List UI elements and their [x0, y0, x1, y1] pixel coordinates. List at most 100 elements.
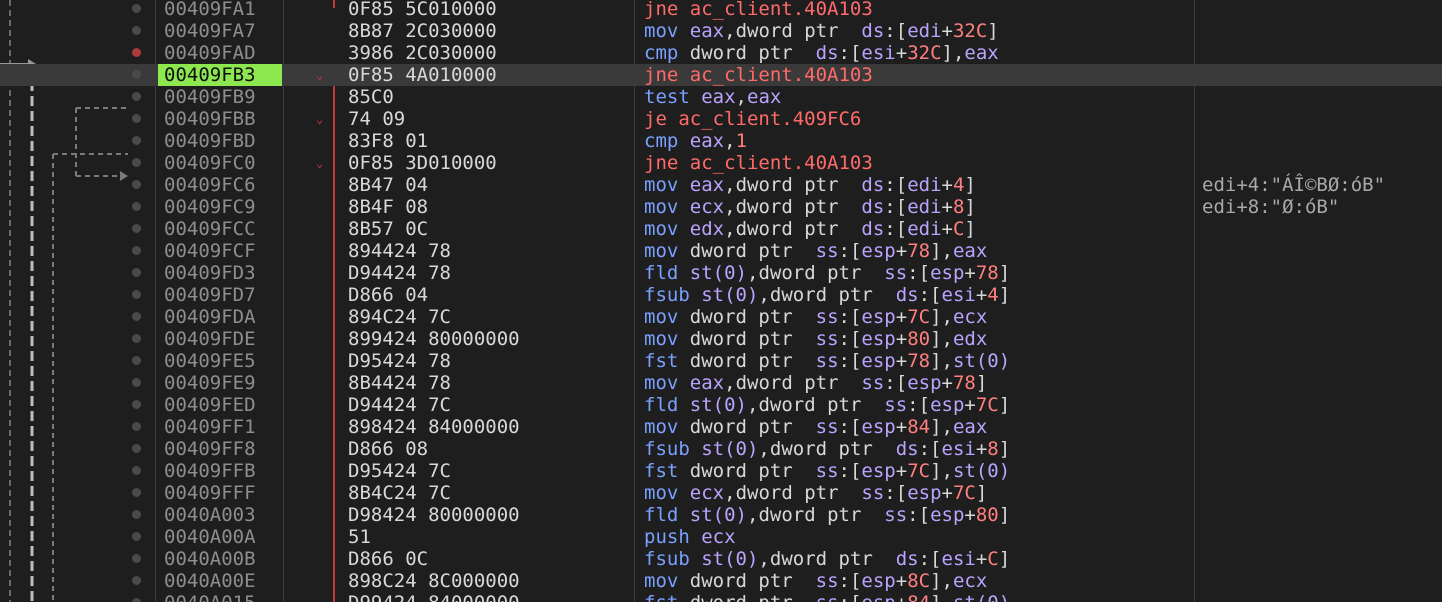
disassembly-cell[interactable]: mov dword ptr ss:[esp+84],eax [644, 416, 987, 438]
breakpoint-slot-icon[interactable] [132, 114, 141, 123]
breakpoint-slot-icon[interactable] [132, 554, 141, 563]
disassembly-cell[interactable]: test eax,eax [644, 86, 781, 108]
instruction-row[interactable]: 00409FAD 3986 2C030000 cmp dword ptr ds:[e… [0, 42, 1442, 64]
address-cell[interactable]: 00409FD7 [158, 284, 282, 306]
instruction-row[interactable]: 00409FCF 894424 78 mov dword ptr ss:[esp+7… [0, 240, 1442, 262]
address-cell[interactable]: 00409FC0 [158, 152, 282, 174]
breakpoint-slot-icon[interactable] [132, 268, 141, 277]
disassembly-cell[interactable]: mov dword ptr ss:[esp+7C],ecx [644, 306, 987, 328]
breakpoint-slot-icon[interactable] [132, 202, 141, 211]
address-cell[interactable]: 00409FCF [158, 240, 282, 262]
disassembly-cell[interactable]: fld st(0),dword ptr ss:[esp+78] [644, 262, 1010, 284]
disassembly-cell[interactable]: jne ac_client.40A103 [644, 152, 873, 174]
disassembly-cell[interactable]: cmp eax,1 [644, 130, 747, 152]
disassembly-cell[interactable]: push ecx [644, 526, 736, 548]
instruction-row[interactable]: 00409FC9 8B4F 08 mov ecx,dword ptr ds:[edi… [0, 196, 1442, 218]
address-cell[interactable]: 00409FB3 [158, 64, 282, 86]
disassembly-cell[interactable]: fld st(0),dword ptr ss:[esp+80] [644, 504, 1010, 526]
breakpoint-slot-icon[interactable] [132, 400, 141, 409]
instruction-row[interactable]: 00409FBD 83F8 01 cmp eax,1 [0, 130, 1442, 152]
disassembly-cell[interactable]: fsub st(0),dword ptr ds:[esi+4] [644, 284, 1010, 306]
address-cell[interactable]: 00409FBD [158, 130, 282, 152]
comment-cell[interactable]: edi+8:"Ø:óB" [1202, 196, 1339, 218]
address-cell[interactable]: 00409FF8 [158, 438, 282, 460]
breakpoint-slot-icon[interactable] [132, 290, 141, 299]
instruction-row[interactable]: 0040A003 D98424 80000000 fld st(0),dword p… [0, 504, 1442, 526]
instruction-row[interactable]: 00409FE9 8B4424 78 mov eax,dword ptr ss:[e… [0, 372, 1442, 394]
instruction-row[interactable]: 00409FB3 ⌄ 0F85 4A010000 jne ac_client.40A1… [0, 64, 1442, 86]
instruction-row[interactable]: 00409FF1 898424 84000000 mov dword ptr ss:… [0, 416, 1442, 438]
breakpoint-slot-icon[interactable] [132, 532, 141, 541]
instruction-row[interactable]: 00409FCC 8B57 0C mov edx,dword ptr ds:[edi… [0, 218, 1442, 240]
comment-cell[interactable]: edi+4:"ÁÎ©BØ:óB" [1202, 174, 1385, 196]
breakpoint-slot-icon[interactable] [132, 598, 141, 602]
instruction-row[interactable]: 00409FED D94424 7C fld st(0),dword ptr ss:… [0, 394, 1442, 416]
address-cell[interactable]: 0040A00E [158, 570, 282, 592]
breakpoint-slot-icon[interactable] [132, 180, 141, 189]
breakpoint-slot-icon[interactable] [132, 158, 141, 167]
instruction-row[interactable]: 0040A015 D99424 84000000 fst dword ptr ss:… [0, 592, 1442, 602]
address-cell[interactable]: 00409FA7 [158, 20, 282, 42]
disassembly-cell[interactable]: mov ecx,dword ptr ss:[esp+7C] [644, 482, 987, 504]
address-cell[interactable]: 0040A003 [158, 504, 282, 526]
address-cell[interactable]: 00409FB9 [158, 86, 282, 108]
breakpoint-slot-icon[interactable] [132, 576, 141, 585]
instruction-row[interactable]: 00409FF8 D866 08 fsub st(0),dword ptr ds:[… [0, 438, 1442, 460]
breakpoint-slot-icon[interactable] [132, 356, 141, 365]
instruction-row[interactable]: 00409FDA 894C24 7C mov dword ptr ss:[esp+7… [0, 306, 1442, 328]
disassembly-cell[interactable]: mov eax,dword ptr ss:[esp+78] [644, 372, 987, 394]
address-cell[interactable]: 00409FED [158, 394, 282, 416]
address-cell[interactable]: 00409FDA [158, 306, 282, 328]
disassembly-cell[interactable]: mov eax,dword ptr ds:[edi+32C] [644, 20, 999, 42]
instruction-row[interactable]: 00409FFF 8B4C24 7C mov ecx,dword ptr ss:[e… [0, 482, 1442, 504]
instruction-row[interactable]: 00409FA1 0F85 5C010000 jne ac_client.40A10… [0, 0, 1442, 20]
address-cell[interactable]: 0040A00A [158, 526, 282, 548]
disassembly-cell[interactable]: mov dword ptr ss:[esp+80],edx [644, 328, 987, 350]
address-cell[interactable]: 00409FFF [158, 482, 282, 504]
address-cell[interactable]: 00409FA1 [158, 0, 282, 20]
address-cell[interactable]: 0040A015 [158, 592, 282, 602]
breakpoint-slot-icon[interactable] [132, 136, 141, 145]
breakpoint-slot-icon[interactable] [132, 92, 141, 101]
instruction-row[interactable]: 0040A00B D866 0C fsub st(0),dword ptr ds:[… [0, 548, 1442, 570]
instruction-row[interactable]: 00409FD7 D866 04 fsub st(0),dword ptr ds:[… [0, 284, 1442, 306]
disassembly-cell[interactable]: mov dword ptr ss:[esp+8C],ecx [644, 570, 987, 592]
instruction-row[interactable]: 00409FE5 D95424 78 fst dword ptr ss:[esp+7… [0, 350, 1442, 372]
breakpoint-slot-icon[interactable] [132, 444, 141, 453]
instruction-row[interactable]: 0040A00A 51 push ecx [0, 526, 1442, 548]
disassembly-cell[interactable]: fld st(0),dword ptr ss:[esp+7C] [644, 394, 1010, 416]
instruction-row[interactable]: 00409FBB ⌄ 74 09 je ac_client.409FC6 [0, 108, 1442, 130]
disassembly-cell[interactable]: cmp dword ptr ds:[esi+32C],eax [644, 42, 999, 64]
instruction-row[interactable]: 00409FB9 85C0 test eax,eax [0, 86, 1442, 108]
disassembly-cell[interactable]: mov eax,dword ptr ds:[edi+4] [644, 174, 976, 196]
instruction-row[interactable]: 00409FC6 8B47 04 mov eax,dword ptr ds:[edi… [0, 174, 1442, 196]
disassembly-cell[interactable]: je ac_client.409FC6 [644, 108, 861, 130]
breakpoint-slot-icon[interactable] [132, 4, 141, 13]
address-cell[interactable]: 00409FAD [158, 42, 282, 64]
disassembly-cell[interactable]: fst dword ptr ss:[esp+7C],st(0) [644, 460, 1010, 482]
disassembly-cell[interactable]: fst dword ptr ss:[esp+84],st(0) [644, 592, 1010, 602]
disassembly-cell[interactable]: mov dword ptr ss:[esp+78],eax [644, 240, 987, 262]
breakpoint-slot-icon[interactable] [132, 26, 141, 35]
disassembly-cell[interactable]: fsub st(0),dword ptr ds:[esi+C] [644, 548, 1010, 570]
disassembly-cell[interactable]: jne ac_client.40A103 [644, 0, 873, 20]
address-cell[interactable]: 00409FE5 [158, 350, 282, 372]
breakpoint-slot-icon[interactable] [132, 246, 141, 255]
breakpoint-slot-icon[interactable] [132, 488, 141, 497]
breakpoint-slot-icon[interactable] [132, 422, 141, 431]
address-cell[interactable]: 00409FFB [158, 460, 282, 482]
disassembly-cell[interactable]: mov ecx,dword ptr ds:[edi+8] [644, 196, 976, 218]
breakpoint-icon[interactable] [132, 48, 141, 57]
instruction-row[interactable]: 00409FD3 D94424 78 fld st(0),dword ptr ss:… [0, 262, 1442, 284]
breakpoint-slot-icon[interactable] [132, 510, 141, 519]
breakpoint-slot-icon[interactable] [132, 466, 141, 475]
address-cell[interactable]: 0040A00B [158, 548, 282, 570]
disassembly-cell[interactable]: fsub st(0),dword ptr ds:[esi+8] [644, 438, 1010, 460]
breakpoint-slot-icon[interactable] [132, 334, 141, 343]
breakpoint-slot-icon[interactable] [132, 224, 141, 233]
address-cell[interactable]: 00409FC6 [158, 174, 282, 196]
address-cell[interactable]: 00409FC9 [158, 196, 282, 218]
address-cell[interactable]: 00409FCC [158, 218, 282, 240]
instruction-row[interactable]: 00409FDE 899424 80000000 mov dword ptr ss:… [0, 328, 1442, 350]
disassembly-cell[interactable]: fst dword ptr ss:[esp+78],st(0) [644, 350, 1010, 372]
